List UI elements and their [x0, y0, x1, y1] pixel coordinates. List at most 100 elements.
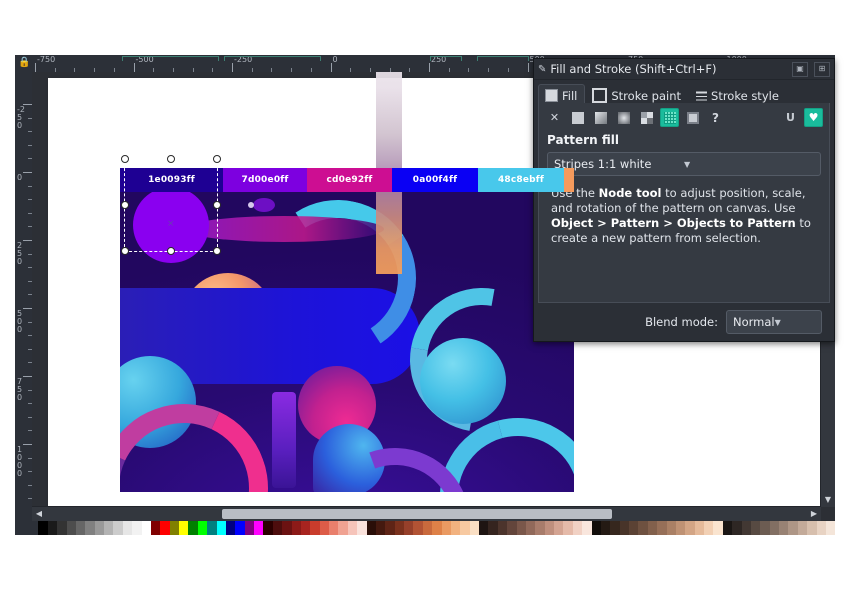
scroll-left-button[interactable]: ◀ [32, 507, 46, 521]
linear-gradient-button[interactable] [591, 108, 610, 127]
selection-handle[interactable] [213, 155, 221, 163]
ruler-guide-bracket[interactable] [122, 56, 219, 61]
ruler-corner[interactable]: 🔒 [15, 55, 33, 73]
palette-swatch[interactable] [441, 521, 451, 535]
small-ellipse-object[interactable] [248, 198, 275, 212]
palette-swatch[interactable] [113, 521, 123, 535]
lock-icon[interactable]: 🔒 [18, 57, 30, 68]
palette-swatch[interactable] [216, 521, 226, 535]
palette-swatch[interactable] [779, 521, 789, 535]
palette-swatch[interactable] [357, 521, 367, 535]
palette-swatch[interactable] [66, 521, 76, 535]
palette-swatch[interactable] [244, 521, 254, 535]
palette-swatch[interactable] [104, 521, 114, 535]
horizontal-scrollbar[interactable]: ◀ ▶ [32, 506, 821, 521]
palette-swatch[interactable] [207, 521, 217, 535]
palette-swatch[interactable] [460, 521, 470, 535]
palette-swatch[interactable] [629, 521, 639, 535]
palette-swatch[interactable] [132, 521, 142, 535]
palette-swatch[interactable] [760, 521, 770, 535]
radial-gradient-button[interactable] [614, 108, 633, 127]
palette-swatch[interactable] [544, 521, 554, 535]
palette-swatch[interactable] [225, 521, 236, 535]
palette-swatch[interactable] [713, 521, 723, 535]
palette-swatch[interactable] [422, 521, 433, 535]
palette-swatch[interactable] [610, 521, 620, 535]
palette-swatch[interactable] [141, 521, 151, 535]
swatch-button[interactable] [683, 108, 702, 127]
palette-swatch[interactable] [413, 521, 423, 535]
color-swatch-5[interactable]: 48c8ebff [478, 168, 564, 192]
selection-handle[interactable] [121, 201, 129, 209]
palette-swatch[interactable] [572, 521, 583, 535]
palette-swatch[interactable] [375, 521, 386, 535]
palette-swatch[interactable] [347, 521, 358, 535]
palette-swatch[interactable] [694, 521, 704, 535]
selection-handle[interactable] [121, 155, 129, 163]
palette-swatch[interactable] [122, 521, 133, 535]
palette-swatch[interactable] [94, 521, 104, 535]
palette-swatch[interactable] [525, 521, 536, 535]
palette-swatch[interactable] [657, 521, 667, 535]
scroll-down-button[interactable]: ▼ [821, 493, 835, 507]
palette-swatch[interactable] [179, 521, 189, 535]
palette-swatch[interactable] [150, 521, 161, 535]
palette-swatch[interactable] [235, 521, 245, 535]
palette-swatch[interactable] [282, 521, 292, 535]
pattern-button[interactable] [660, 108, 679, 127]
palette-swatch[interactable] [57, 521, 67, 535]
selection-handle[interactable] [121, 247, 129, 255]
palette-swatch[interactable] [450, 521, 461, 535]
palette-swatch[interactable] [394, 521, 404, 535]
scroll-right-button[interactable]: ▶ [807, 507, 821, 521]
palette-swatch[interactable] [497, 521, 508, 535]
dialog-titlebar[interactable]: ✎ Fill and Stroke (Shift+Ctrl+F) ▣ ⊞ [534, 59, 834, 80]
palette-swatch[interactable] [329, 521, 339, 535]
palette-swatch[interactable] [797, 521, 808, 535]
fill-type-toolbar[interactable]: ✕ ? U ♥ [539, 103, 829, 131]
color-swatch-2[interactable]: 7d00e0ff [223, 168, 307, 192]
palette-swatch[interactable] [591, 521, 601, 535]
palette-swatch[interactable] [38, 521, 48, 535]
palette-swatch[interactable] [638, 521, 648, 535]
color-swatch-3[interactable]: cd0e92ff [307, 168, 392, 192]
palette-swatch[interactable] [675, 521, 686, 535]
palette-swatch[interactable] [600, 521, 611, 535]
horizontal-scroll-thumb[interactable] [222, 509, 612, 519]
palette-swatch[interactable] [619, 521, 629, 535]
flat-color-button[interactable] [568, 108, 587, 127]
palette-swatch[interactable] [432, 521, 442, 535]
palette-swatch[interactable] [685, 521, 695, 535]
pattern-select[interactable]: Stripes 1:1 white ▼ [547, 152, 821, 176]
unknown-paint-button[interactable]: ? [706, 108, 725, 127]
color-palette[interactable] [15, 521, 835, 535]
vertical-ruler[interactable]: -250 0 250 500 750 1000 [15, 72, 33, 535]
palette-swatch[interactable] [647, 521, 658, 535]
palette-swatch[interactable] [741, 521, 751, 535]
palette-swatch[interactable] [750, 521, 761, 535]
ruler-guide-bracket[interactable] [430, 56, 462, 61]
selection-box[interactable] [121, 155, 221, 255]
palette-none-swatch[interactable] [15, 521, 29, 535]
palette-swatch[interactable] [488, 521, 498, 535]
palette-swatch[interactable] [479, 521, 489, 535]
selection-handle[interactable] [213, 247, 221, 255]
palette-swatch[interactable] [29, 521, 39, 535]
selection-handle[interactable] [167, 155, 175, 163]
palette-swatch[interactable] [254, 521, 264, 535]
unset-paint-button[interactable]: U [781, 108, 800, 127]
palette-swatch[interactable] [816, 521, 826, 535]
palette-swatch[interactable] [197, 521, 208, 535]
palette-swatch[interactable] [788, 521, 798, 535]
float-button[interactable]: ⊞ [814, 61, 830, 77]
palette-swatch[interactable] [169, 521, 179, 535]
selection-handle[interactable] [213, 201, 221, 209]
palette-swatch[interactable] [825, 521, 835, 535]
palette-swatch[interactable] [535, 521, 545, 535]
color-swatch-4[interactable]: 0a00f4ff [392, 168, 478, 192]
fill-and-stroke-dialog[interactable]: ✎ Fill and Stroke (Shift+Ctrl+F) ▣ ⊞ Fil… [533, 58, 835, 342]
palette-swatch[interactable] [563, 521, 573, 535]
palette-swatch[interactable] [338, 521, 348, 535]
palette-swatch[interactable] [366, 521, 376, 535]
palette-swatch[interactable] [807, 521, 817, 535]
